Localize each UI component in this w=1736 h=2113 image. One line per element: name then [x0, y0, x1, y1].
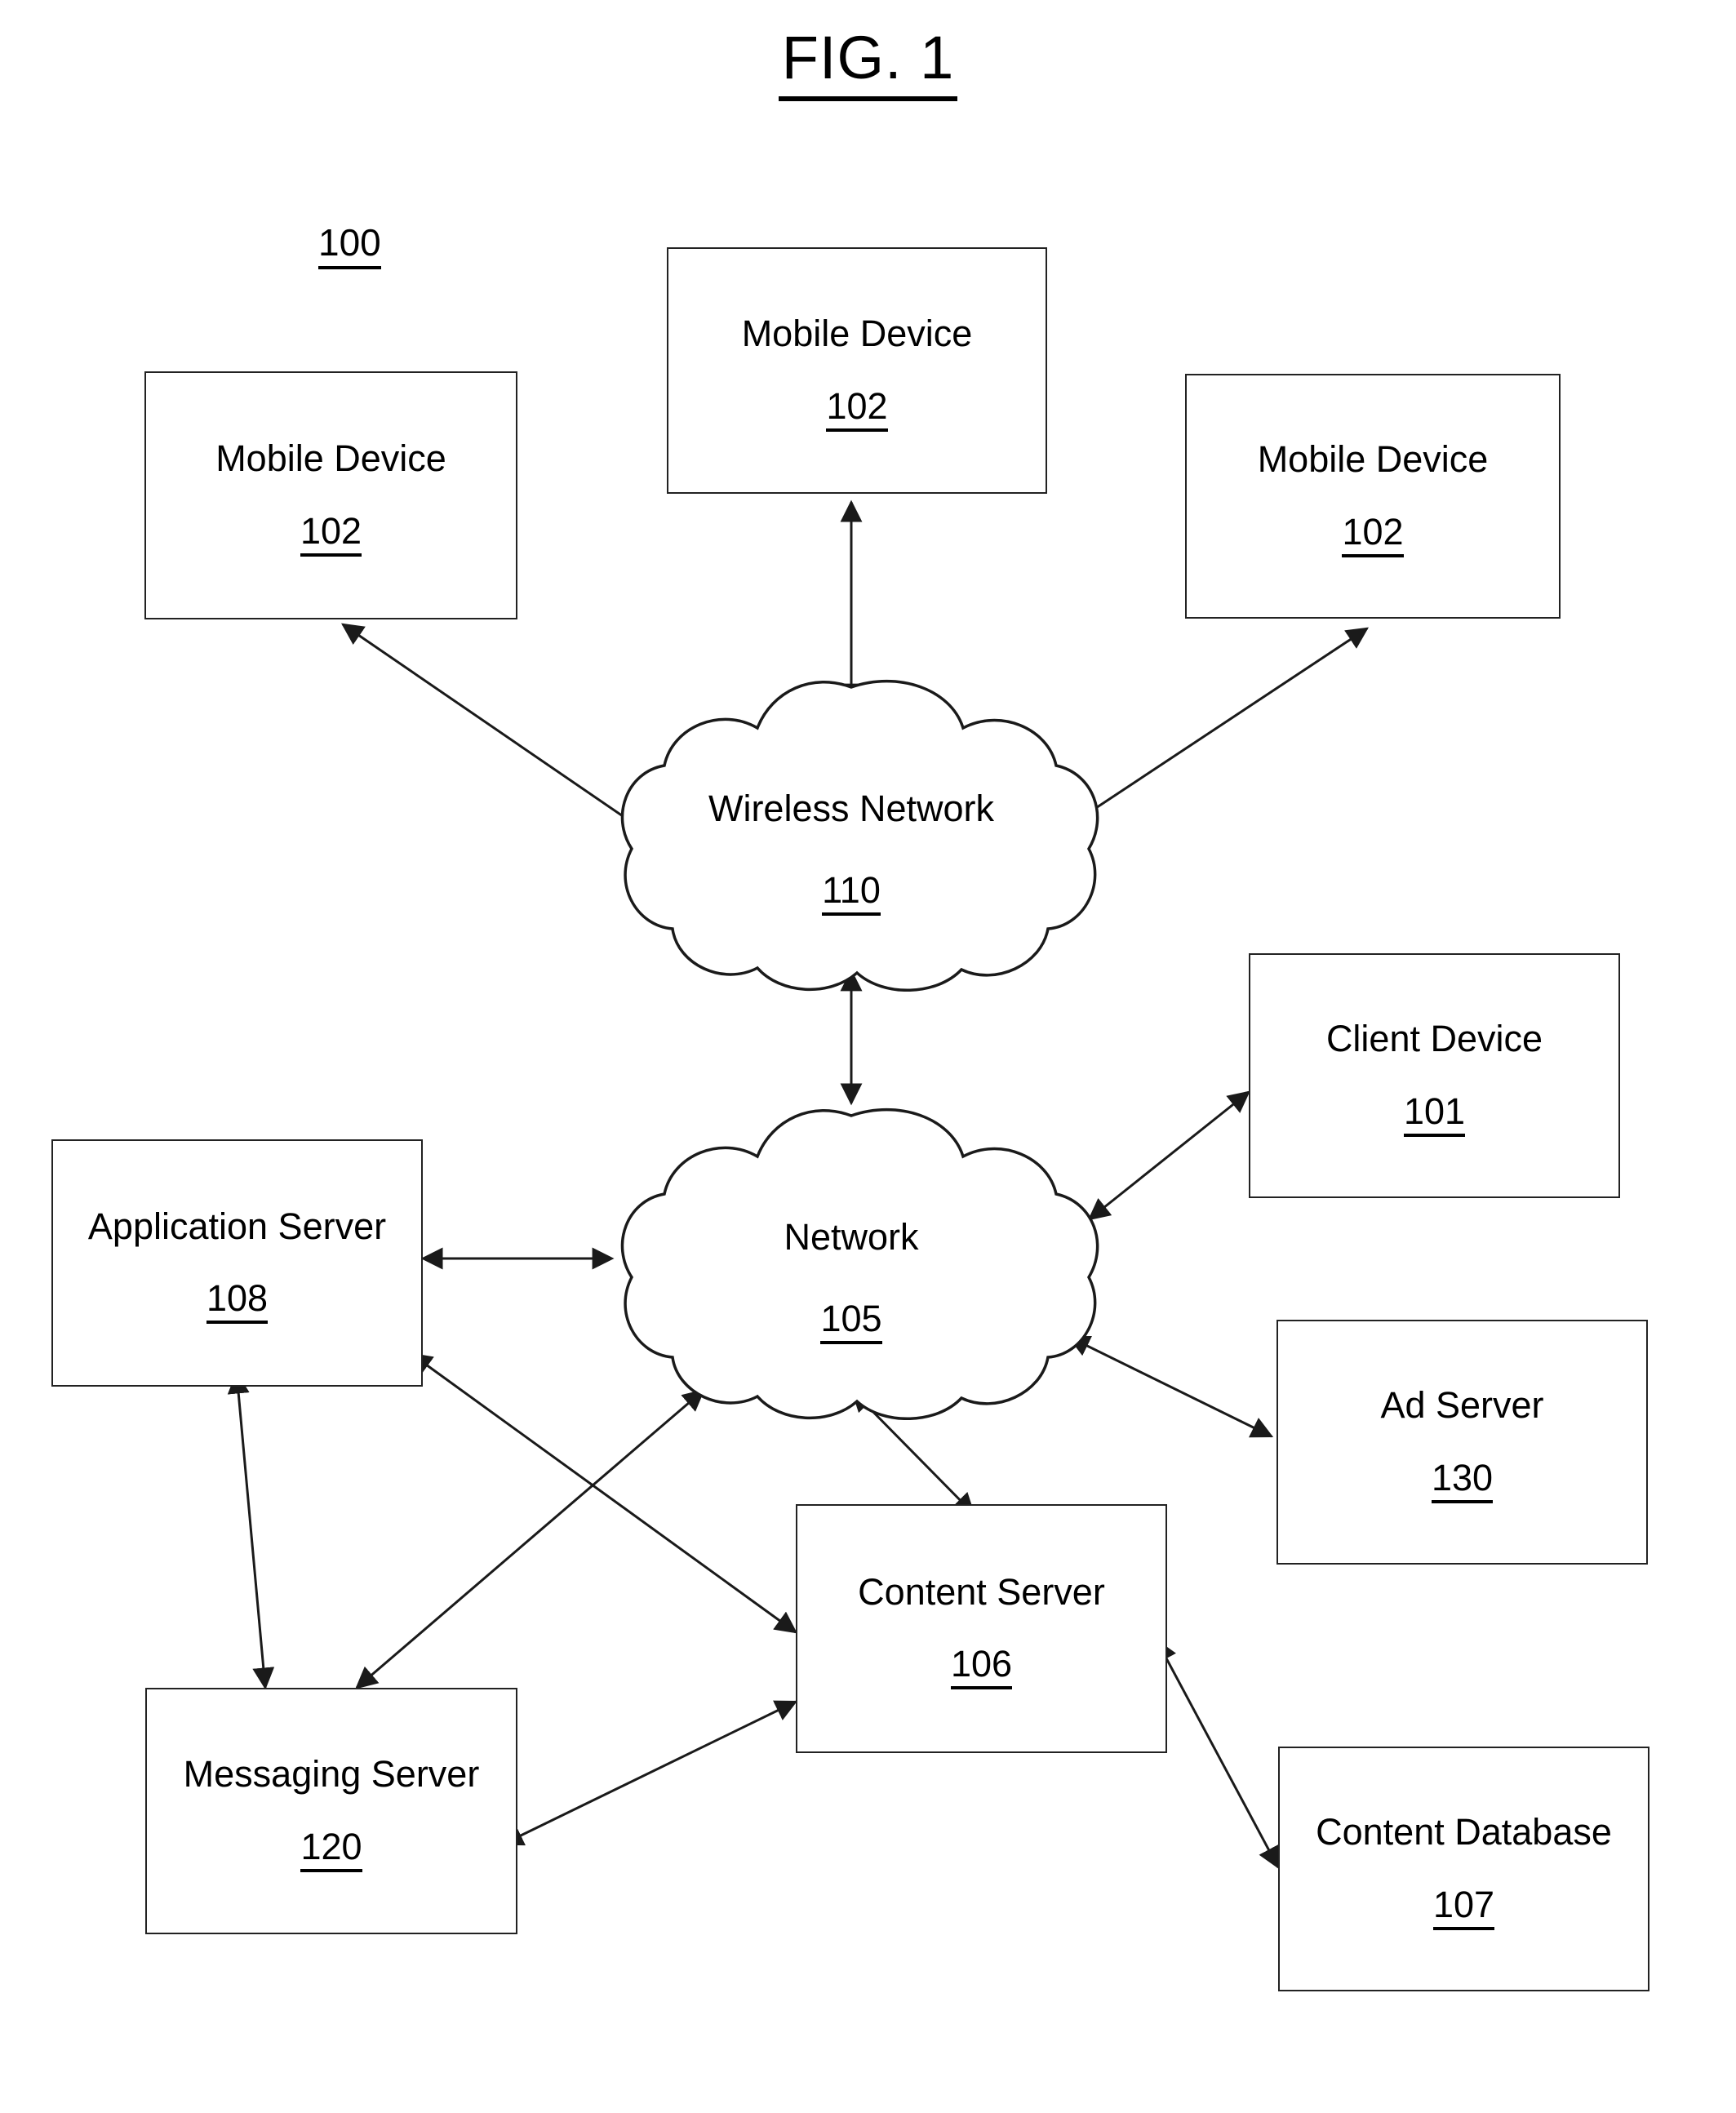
cloud-shape [620, 680, 1099, 992]
node-reference-numeral: 130 [1431, 1456, 1494, 1503]
node-label: Content Database [1316, 1811, 1612, 1853]
node-label: Mobile Device [1257, 438, 1489, 481]
connector-messaging-to-content-server [500, 1700, 798, 1846]
connector-network-to-content-server [850, 1389, 975, 1516]
node-client-device[interactable]: Client Device 101 [1249, 953, 1620, 1198]
node-application-server[interactable]: Application Server 108 [51, 1139, 423, 1387]
node-network-cloud[interactable]: Network 105 [594, 1106, 1108, 1420]
node-reference-numeral: 102 [300, 509, 362, 557]
connector-network-to-client-device [1087, 1090, 1250, 1221]
node-label: Content Server [858, 1570, 1105, 1613]
node-ad-server[interactable]: Ad Server 130 [1276, 1320, 1648, 1565]
cloud-shape [620, 1108, 1099, 1420]
node-label: Mobile Device [215, 437, 446, 480]
connector-wireless-to-mobile-right [1048, 627, 1370, 840]
node-mobile-device-right[interactable]: Mobile Device 102 [1185, 374, 1561, 619]
node-label: Application Server [87, 1205, 387, 1247]
node-reference-numeral: 102 [1342, 510, 1404, 557]
node-wireless-network-cloud[interactable]: Wireless Network 110 [594, 677, 1108, 992]
figure-canvas: FIG. 1 100 Mobile Device 102 Mobile Devi… [0, 0, 1736, 2113]
node-reference-numeral: 120 [300, 1825, 362, 1872]
node-reference-numeral: 106 [950, 1643, 1013, 1690]
connector-network-to-messaging-server [355, 1388, 705, 1689]
node-reference-numeral: 101 [1403, 1090, 1466, 1137]
node-label: Mobile Device [741, 313, 973, 355]
node-reference-numeral: 102 [826, 384, 888, 432]
node-mobile-device-top[interactable]: Mobile Device 102 [667, 247, 1047, 494]
connector-application-to-messaging-server [227, 1371, 275, 1690]
connector-network-to-ad-server [1067, 1335, 1274, 1438]
node-content-database[interactable]: Content Database 107 [1278, 1747, 1649, 1991]
node-label: Client Device [1325, 1018, 1543, 1060]
node-reference-numeral: 107 [1432, 1883, 1495, 1930]
node-label: Ad Server [1380, 1384, 1544, 1427]
node-reference-numeral: 108 [206, 1277, 269, 1325]
connector-content-server-to-database [1156, 1639, 1280, 1870]
node-label: Messaging Server [183, 1753, 480, 1796]
node-messaging-server[interactable]: Messaging Server 120 [145, 1688, 517, 1934]
node-mobile-device-left[interactable]: Mobile Device 102 [144, 371, 517, 619]
node-content-server[interactable]: Content Server 106 [796, 1504, 1167, 1753]
